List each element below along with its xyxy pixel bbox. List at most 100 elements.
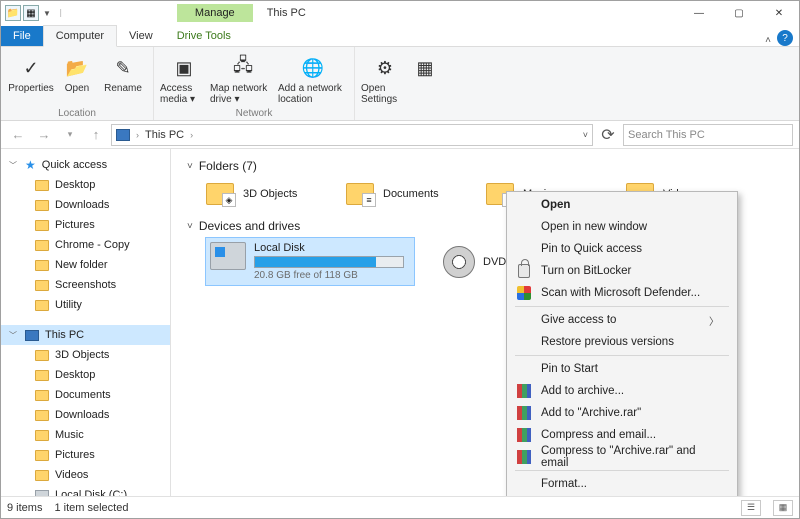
bitlocker-icon [515,263,533,279]
access-media-button[interactable]: ▣Access media ▾ [160,49,208,105]
view-large-icons-button[interactable]: ▦ [773,500,793,516]
label: Compress to "Archive.rar" and email [541,445,719,469]
menu-item-pin-start[interactable]: Pin to Start [509,358,735,380]
map-network-drive-button[interactable]: 🖧Map network drive ▾ [210,49,276,105]
sidebar-item-downloads[interactable]: Downloads [1,195,170,215]
open-button[interactable]: 📂Open [57,49,97,94]
folder-icon [35,430,49,441]
sidebar-item-documents[interactable]: Documents [1,385,170,405]
ribbon: ✓Properties 📂Open ✎Rename Location ▣Acce… [1,47,799,121]
qat-icon[interactable]: 📁 [5,5,21,21]
sidebar-item-pictures[interactable]: Pictures [1,215,170,235]
menu-item-add-archive[interactable]: Add to archive... [509,380,735,402]
sidebar-item-screenshots[interactable]: Screenshots [1,275,170,295]
sidebar-item-music[interactable]: Music [1,425,170,445]
rename-button[interactable]: ✎Rename [99,49,147,94]
close-button[interactable]: ✕ [759,1,799,25]
qat-overflow[interactable]: ｜ [55,8,67,19]
ribbon-collapse-icon[interactable]: ˄ [759,35,777,46]
label: Videos [55,469,88,481]
folder-item-documents[interactable]: ≡Documents [345,181,465,207]
ribbon-extra-button[interactable]: ▦ [411,49,439,105]
refresh-button[interactable]: ⟳ [597,124,619,146]
qat-icon[interactable]: ▦ [23,5,39,21]
sidebar-item-videos[interactable]: Videos [1,465,170,485]
help-icon[interactable]: ? [777,30,793,46]
recent-locations-button[interactable]: ▾ [59,124,81,146]
menu-item-compress-rar-email[interactable]: Compress to "Archive.rar" and email [509,446,735,468]
menu-item-give-access[interactable]: Give access to〉 [509,309,735,331]
label: Turn on BitLocker [541,265,719,277]
menu-item-bitlocker[interactable]: Turn on BitLocker [509,260,735,282]
rename-icon: ✎ [108,53,138,83]
sidebar-item-quick-access[interactable]: ﹀★Quick access [1,155,170,175]
sidebar-item-downloads-pc[interactable]: Downloads [1,405,170,425]
folder-item-3d-objects[interactable]: ◈3D Objects [205,181,325,207]
qat-dropdown[interactable]: ▼ [41,9,53,18]
label: Pictures [55,449,95,461]
view-details-button[interactable]: ☰ [741,500,761,516]
file-tab[interactable]: File [1,26,43,46]
this-pc-icon [116,129,130,141]
sidebar-item-desktop-pc[interactable]: Desktop [1,365,170,385]
sidebar-item-new-folder[interactable]: New folder [1,255,170,275]
label: Add to archive... [541,385,719,397]
menu-item-open[interactable]: Open [509,194,735,216]
label: Compress and email... [541,429,719,441]
menu-item-pin-quick-access[interactable]: Pin to Quick access [509,238,735,260]
chevron-down-icon: ˅ [187,221,193,232]
label: Open Settings [361,83,409,105]
usage-bar [254,256,404,268]
tab-view[interactable]: View [117,26,165,46]
menu-item-format[interactable]: Format... [509,473,735,495]
folder-icon [35,220,49,231]
ribbon-group-system: ⚙Open Settings ▦ [355,47,445,120]
maximize-button[interactable]: ▢ [719,1,759,25]
sidebar-item-local-disk[interactable]: Local Disk (C:) [1,485,170,496]
sidebar-item-desktop[interactable]: Desktop [1,175,170,195]
extra-icon: ▦ [410,53,440,83]
drive-item-local-disk[interactable]: Local Disk 20.8 GB free of 118 GB [205,237,415,286]
label: Utility [55,299,82,311]
folder-icon: ◈ [206,183,234,205]
forward-button[interactable]: → [33,124,55,146]
label: Give access to [541,314,701,326]
contextual-tab-manage[interactable]: Manage [177,4,253,22]
content-pane: ˅ Folders (7) ◈3D Objects ≡Documents ♪Mu… [171,149,799,496]
sidebar-item-3d-objects[interactable]: 3D Objects [1,345,170,365]
menu-item-restore-previous[interactable]: Restore previous versions [509,331,735,353]
tab-drive-tools[interactable]: Drive Tools [165,26,243,46]
menu-item-add-archive-rar[interactable]: Add to "Archive.rar" [509,402,735,424]
ribbon-group-location: ✓Properties 📂Open ✎Rename Location [1,47,154,120]
file-explorer-window: 📁 ▦ ▼ ｜ Manage This PC — ▢ ✕ File Comput… [0,0,800,519]
sidebar-item-pictures-pc[interactable]: Pictures [1,445,170,465]
open-icon: 📂 [62,53,92,83]
folders-section-header[interactable]: ˅ Folders (7) [187,155,799,177]
label: Access media ▾ [160,83,208,105]
label: Rename [104,83,142,94]
tab-computer[interactable]: Computer [43,25,117,47]
add-network-location-button[interactable]: 🌐Add a network location [278,49,348,105]
back-button[interactable]: ← [7,124,29,146]
up-button[interactable]: ↑ [85,124,107,146]
sidebar-item-utility[interactable]: Utility [1,295,170,315]
label: Open [541,199,719,211]
label: Downloads [55,409,109,421]
section-title: Devices and drives [199,219,300,233]
address-bar[interactable]: › This PC › ˅ [111,124,593,146]
open-settings-button[interactable]: ⚙Open Settings [361,49,409,105]
breadcrumb-sep[interactable]: › [190,130,193,140]
sidebar-item-this-pc[interactable]: ﹀This PC [1,325,170,345]
menu-item-defender-scan[interactable]: Scan with Microsoft Defender... [509,282,735,304]
sidebar-item-chrome-copy[interactable]: Chrome - Copy [1,235,170,255]
drive-label: Local Disk [254,242,404,254]
map-drive-icon: 🖧 [228,53,258,83]
breadcrumb-segment[interactable]: This PC [145,129,184,141]
search-input[interactable]: Search This PC [623,124,793,146]
label: Downloads [55,199,109,211]
properties-button[interactable]: ✓Properties [7,49,55,94]
address-dropdown-icon[interactable]: ˅ [583,130,588,140]
menu-item-compress-email[interactable]: Compress and email... [509,424,735,446]
menu-item-open-new-window[interactable]: Open in new window [509,216,735,238]
minimize-button[interactable]: — [679,1,719,25]
